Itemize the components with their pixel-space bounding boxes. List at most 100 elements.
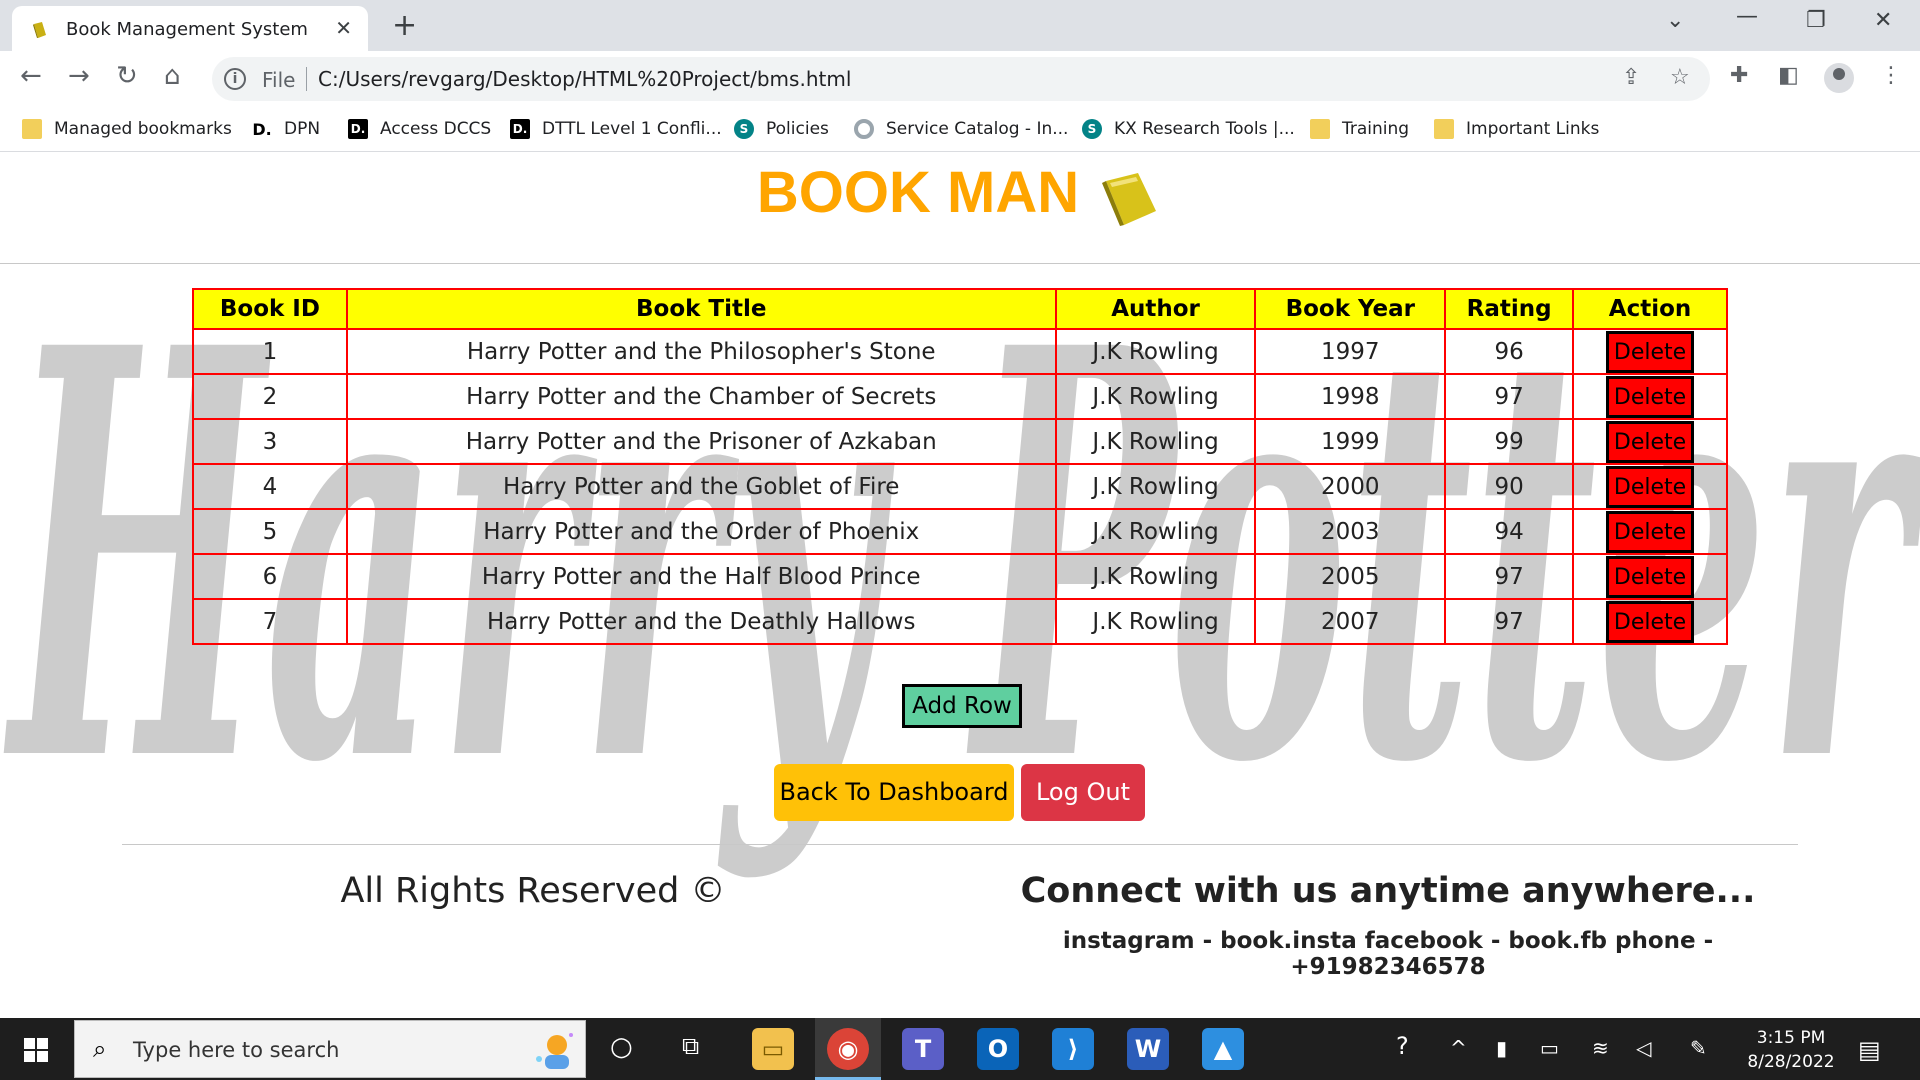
search-highlight-icon [536, 1033, 573, 1069]
window-close-icon[interactable]: ✕ [1874, 8, 1892, 33]
author-cell: J.K Rowling [1054, 508, 1257, 555]
book-year-cell: 1998 [1254, 373, 1447, 420]
page-title: BOOK MAN [756, 160, 1080, 225]
photos-icon[interactable]: ▲ [1202, 1028, 1244, 1070]
table-row: 4 Harry Potter and the Goblet of Fire J.… [192, 463, 1728, 510]
table-row: 5 Harry Potter and the Order of Phoenix … [192, 508, 1728, 555]
file-explorer-icon[interactable]: ▭ [752, 1028, 794, 1070]
back-arrow-icon[interactable]: ← [20, 61, 42, 91]
table-row: 7 Harry Potter and the Deathly Hallows J… [192, 598, 1728, 645]
system-clock[interactable]: 3:15 PM 8/28/2022 [1736, 1026, 1846, 1074]
wifi-icon[interactable]: ≋ [1592, 1036, 1609, 1060]
tab-search-chevron-icon[interactable]: ⌄ [1666, 8, 1684, 33]
contact-heading: Connect with us anytime anywhere... [1020, 871, 1756, 911]
author-cell: J.K Rowling [1054, 328, 1257, 375]
task-view-icon[interactable]: ⧉ [682, 1032, 699, 1060]
delete-button[interactable]: Delete [1606, 420, 1695, 463]
book-year-cell: 1999 [1254, 418, 1447, 465]
teams-icon[interactable]: T [902, 1028, 944, 1070]
vscode-icon[interactable]: ⟩ [1052, 1028, 1094, 1070]
outlook-icon[interactable]: O [977, 1028, 1019, 1070]
notifications-icon[interactable]: ▤ [1858, 1036, 1881, 1064]
book-title-cell: Harry Potter and the Goblet of Fire [345, 463, 1057, 510]
author-cell: J.K Rowling [1054, 373, 1257, 420]
log-out-button[interactable]: Log Out [1021, 764, 1145, 821]
book-id-cell: 6 [192, 553, 348, 600]
search-placeholder: Type here to search [133, 1038, 340, 1062]
bookmark-item[interactable]: D. DTTL Level 1 Confli... [510, 115, 722, 143]
windows-taskbar: ⌕ Type here to search ○ ⧉ ▭ ◉ T O ⟩ W ▲ … [0, 1018, 1920, 1080]
action-cell: Delete [1572, 373, 1728, 420]
back-to-dashboard-button[interactable]: Back To Dashboard [774, 764, 1014, 821]
side-panel-icon[interactable]: ◧ [1778, 63, 1799, 88]
rating-cell: 96 [1444, 328, 1575, 375]
service-icon [854, 119, 874, 139]
action-cell: Delete [1572, 463, 1728, 510]
extensions-icon[interactable]: ✚ [1730, 63, 1748, 88]
address-bar[interactable]: i File C:/Users/revgarg/Desktop/HTML%20P… [212, 57, 1710, 101]
column-header: Author [1054, 288, 1257, 330]
reload-icon[interactable]: ↻ [116, 61, 138, 91]
clock-time: 3:15 PM [1756, 1028, 1826, 1048]
book-id-cell: 1 [192, 328, 348, 375]
bookmark-item[interactable]: Important Links [1434, 115, 1599, 143]
new-tab-icon[interactable]: + [392, 8, 417, 43]
book-title-cell: Harry Potter and the Chamber of Secrets [345, 373, 1057, 420]
table-header-row: Book ID Book Title Author Book Year Rati… [192, 288, 1728, 330]
books-table: Book ID Book Title Author Book Year Rati… [192, 288, 1728, 645]
bookmark-star-icon[interactable]: ☆ [1670, 65, 1690, 90]
cortana-icon[interactable]: ○ [610, 1032, 633, 1062]
bookmark-item[interactable]: S Policies [734, 115, 829, 143]
table-row: 2 Harry Potter and the Chamber of Secret… [192, 373, 1728, 420]
delete-button[interactable]: Delete [1606, 330, 1695, 373]
minimize-icon[interactable]: — [1736, 4, 1758, 29]
contact-details: instagram - book.insta facebook - book.f… [1062, 928, 1714, 980]
browser-toolbar: ← → ↻ ⌂ i File C:/Users/revgarg/Desktop/… [0, 51, 1920, 107]
url-text[interactable]: C:/Users/revgarg/Desktop/HTML%20Project/… [318, 67, 851, 91]
profile-avatar-icon[interactable] [1824, 63, 1854, 93]
share-icon[interactable]: ⇪ [1622, 65, 1640, 90]
chrome-icon[interactable]: ◉ [827, 1028, 869, 1070]
delete-button[interactable]: Delete [1606, 555, 1695, 598]
bookmark-item[interactable]: Training [1310, 115, 1409, 143]
table-row: 6 Harry Potter and the Half Blood Prince… [192, 553, 1728, 600]
windows-start-icon[interactable] [24, 1038, 48, 1062]
add-row-button[interactable]: Add Row [902, 684, 1022, 728]
author-cell: J.K Rowling [1054, 553, 1257, 600]
book-favicon-icon [33, 22, 46, 38]
word-icon[interactable]: W [1127, 1028, 1169, 1070]
tab-close-icon[interactable]: ✕ [335, 16, 352, 40]
microphone-icon[interactable]: ▮ [1496, 1036, 1507, 1060]
taskbar-search-input[interactable]: ⌕ Type here to search [74, 1020, 586, 1078]
forward-arrow-icon[interactable]: → [68, 61, 90, 91]
copyright-text: All Rights Reserved © [340, 871, 726, 911]
volume-icon[interactable]: ◁ [1636, 1036, 1651, 1060]
book-year-cell: 2000 [1254, 463, 1447, 510]
home-icon[interactable]: ⌂ [164, 61, 181, 91]
menu-kebab-icon[interactable]: ⋮ [1880, 63, 1902, 88]
browser-tab[interactable]: Book Management System ✕ [12, 6, 368, 51]
footer-divider [122, 844, 1798, 845]
book-id-cell: 7 [192, 598, 348, 645]
column-header: Action [1572, 288, 1728, 330]
battery-icon[interactable]: ▭ [1540, 1036, 1559, 1060]
bookmark-item[interactable]: Managed bookmarks [22, 115, 232, 143]
bookmark-item[interactable]: D. DPN [252, 115, 320, 143]
restore-icon[interactable]: ❐ [1806, 8, 1826, 33]
book-icon [1102, 173, 1156, 226]
bookmark-item[interactable]: Service Catalog - In... [854, 115, 1068, 143]
pen-icon[interactable]: ✎ [1690, 1036, 1707, 1060]
delete-button[interactable]: Delete [1606, 375, 1695, 418]
tray-chevron-icon[interactable]: ^ [1450, 1036, 1467, 1060]
bookmark-item[interactable]: D. Access DCCS [348, 115, 491, 143]
delete-button[interactable]: Delete [1606, 600, 1695, 643]
delete-button[interactable]: Delete [1606, 465, 1695, 508]
delete-button[interactable]: Delete [1606, 510, 1695, 553]
action-cell: Delete [1572, 598, 1728, 645]
info-icon[interactable]: i [224, 68, 246, 90]
book-id-cell: 2 [192, 373, 348, 420]
bookmark-item[interactable]: S KX Research Tools |... [1082, 115, 1295, 143]
search-icon: ⌕ [93, 1035, 107, 1063]
help-icon[interactable]: ? [1396, 1032, 1409, 1060]
book-title-cell: Harry Potter and the Deathly Hallows [345, 598, 1057, 645]
